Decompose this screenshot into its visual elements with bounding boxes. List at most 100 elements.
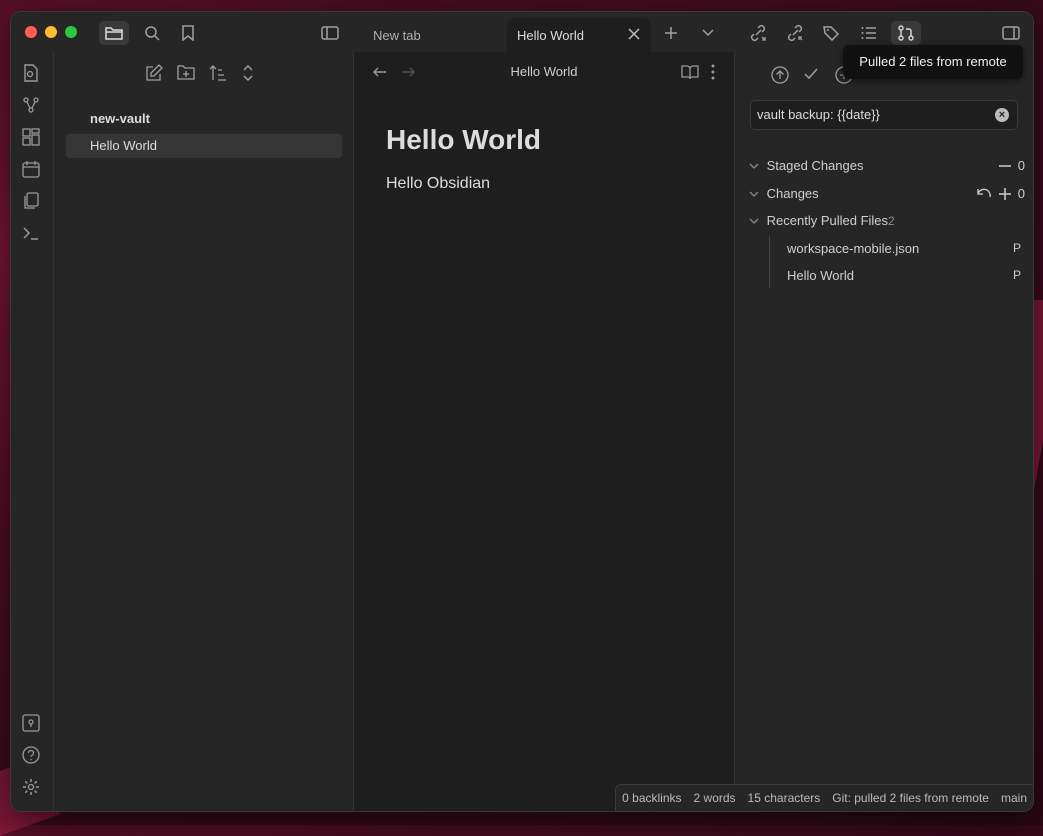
unstage-all-button[interactable]: [998, 159, 1012, 173]
copy-icon: [24, 192, 39, 209]
left-ribbon: [11, 52, 54, 811]
sidebar-right-icon: [1002, 26, 1020, 40]
section-label: Staged Changes: [766, 158, 864, 173]
help-circle-icon: [22, 746, 40, 764]
help-button[interactable]: [22, 746, 42, 766]
tooltip: Pulled 2 files from remote: [843, 45, 1023, 79]
bookmarks-button[interactable]: [173, 21, 203, 45]
pulled-status-badge: P: [1012, 241, 1021, 255]
character-count: 15 characters: [747, 791, 821, 805]
list-icon: [861, 27, 876, 39]
open-command-palette-button[interactable]: [22, 224, 42, 244]
open-vault-switcher-button[interactable]: [22, 714, 42, 734]
sort-order-button[interactable]: [209, 64, 231, 86]
file-item-hello-world[interactable]: Hello World: [66, 134, 342, 158]
expand-collapse-button[interactable]: [241, 64, 263, 86]
open-quick-switcher-button[interactable]: [22, 64, 42, 84]
toggle-right-sidebar-button[interactable]: [996, 21, 1026, 45]
search-button[interactable]: [137, 21, 167, 45]
bookmark-icon: [182, 25, 194, 41]
more-vertical-icon: [711, 64, 715, 80]
chevron-down-icon: [702, 29, 714, 37]
file-explorer-toggle-button[interactable]: [99, 21, 129, 45]
window-close-button[interactable]: [25, 26, 37, 38]
stage-all-changes-button[interactable]: [998, 187, 1012, 201]
pulled-file-item[interactable]: Hello World: [787, 268, 854, 283]
changes-section[interactable]: Changes: [749, 184, 819, 204]
source-control-panel: vault backup: {{date}} × Staged Changes …: [735, 52, 1033, 811]
section-label: Recently Pulled Files: [766, 213, 889, 228]
undo-icon: [977, 188, 991, 198]
staged-count: 0: [1017, 158, 1025, 173]
settings-button[interactable]: [22, 778, 42, 798]
tags-button[interactable]: [817, 21, 847, 45]
x-icon: ×: [998, 109, 1006, 121]
vault-name[interactable]: new-vault: [90, 111, 150, 126]
chevron-down-icon: [749, 190, 763, 198]
chevron-down-icon: [749, 162, 763, 170]
toggle-left-sidebar-button[interactable]: [315, 21, 345, 45]
link-out-icon: [750, 24, 766, 42]
note-heading[interactable]: Hello World: [386, 124, 541, 156]
arrow-up-circle-icon: [771, 66, 789, 84]
recent-count: 2: [888, 214, 895, 228]
new-folder-button[interactable]: [177, 64, 199, 86]
terminal-icon: [23, 227, 38, 240]
discard-all-button[interactable]: [976, 187, 992, 201]
folder-icon: [105, 27, 123, 40]
tab-list-dropdown-button[interactable]: [693, 21, 723, 45]
close-icon: [628, 28, 640, 40]
vault-icon: [22, 714, 40, 732]
open-canvas-button[interactable]: [22, 128, 42, 148]
search-icon: [145, 26, 160, 41]
staged-changes-section[interactable]: Staged Changes: [749, 156, 863, 176]
more-options-button[interactable]: [710, 64, 728, 82]
sort-ascending-icon: [209, 65, 226, 81]
edit-icon: [146, 64, 163, 81]
insert-template-button[interactable]: [22, 192, 42, 212]
plus-icon: [665, 27, 677, 39]
outline-button[interactable]: [854, 21, 884, 45]
new-note-button[interactable]: [145, 64, 167, 86]
commit-button[interactable]: [803, 66, 823, 86]
book-open-icon: [681, 65, 699, 80]
note-body[interactable]: Hello Obsidian: [386, 175, 490, 193]
source-control-button[interactable]: [891, 21, 921, 45]
open-daily-note-button[interactable]: [22, 160, 42, 180]
word-count: 2 words: [693, 791, 736, 805]
pulled-file-item[interactable]: workspace-mobile.json: [787, 241, 919, 256]
layout-dashboard-icon: [22, 128, 40, 146]
new-tab-button[interactable]: [656, 21, 686, 45]
recently-pulled-files-section[interactable]: Recently Pulled Files2: [749, 211, 895, 231]
tags-icon: [823, 26, 840, 41]
tab-label: New tab: [373, 27, 421, 43]
changes-count: 0: [1017, 186, 1025, 201]
chevrons-up-down-icon: [243, 64, 253, 82]
git-branch[interactable]: main: [1001, 791, 1027, 805]
outgoing-links-button[interactable]: [743, 21, 773, 45]
tab-hello-world[interactable]: Hello World: [507, 18, 651, 52]
tab-close-button[interactable]: [627, 27, 641, 41]
commit-message-input[interactable]: vault backup: {{date}} ×: [750, 100, 1018, 130]
note-header-title[interactable]: Hello World: [354, 64, 734, 79]
changes-actions: 0: [976, 184, 1025, 204]
clear-input-button[interactable]: ×: [995, 108, 1009, 122]
graph-icon: [23, 97, 39, 113]
tab-new-tab[interactable]: New tab: [363, 18, 507, 52]
commit-message-value: vault backup: {{date}}: [757, 107, 880, 122]
calendar-icon: [22, 161, 40, 178]
git-status[interactable]: Git: pulled 2 files from remote: [832, 791, 989, 805]
backlinks-button[interactable]: [780, 21, 810, 45]
window-minimize-button[interactable]: [45, 26, 57, 38]
backlinks-count[interactable]: 0 backlinks: [622, 791, 681, 805]
file-explorer-panel: new-vault Hello World: [54, 52, 354, 811]
folder-plus-icon: [177, 65, 195, 80]
git-pull-request-icon: [898, 25, 914, 41]
reading-view-button[interactable]: [681, 64, 699, 82]
open-graph-view-button[interactable]: [22, 96, 42, 116]
push-button[interactable]: [771, 66, 791, 86]
staged-changes-actions: 0: [998, 156, 1025, 176]
window-maximize-button[interactable]: [65, 26, 77, 38]
section-label: Changes: [766, 186, 819, 201]
link-in-icon: [787, 24, 803, 42]
